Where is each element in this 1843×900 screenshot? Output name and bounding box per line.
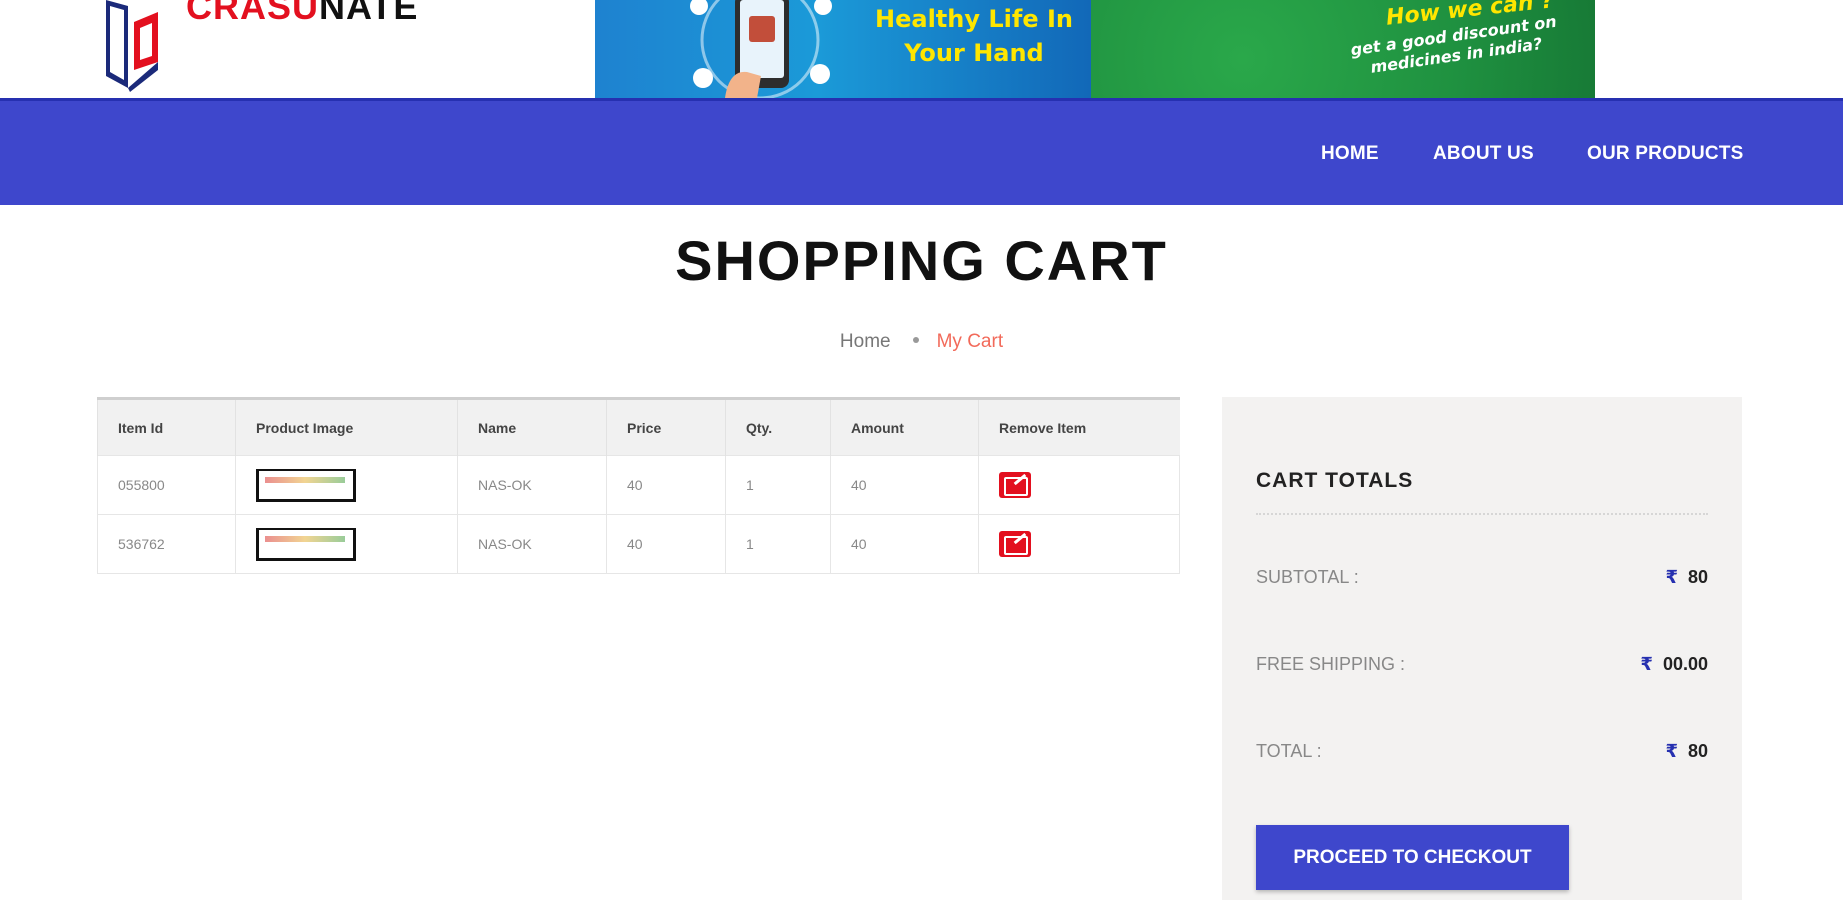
cell-name: NAS-OK: [457, 514, 607, 574]
total-value: ₹80: [1665, 741, 1708, 762]
total-row: TOTAL : ₹80: [1256, 741, 1708, 771]
table-header-row: Item Id Product Image Name Price Qty. Am…: [97, 397, 1180, 456]
cell-product-image: [235, 455, 458, 515]
column-header-item-id: Item Id: [97, 397, 236, 456]
nav-item-our-products[interactable]: OUR PRODUCTS: [1587, 143, 1744, 165]
total-amount: 80: [1687, 741, 1708, 761]
cell-amount: 40: [830, 455, 979, 515]
column-header-qty: Qty.: [725, 397, 831, 456]
site-logo[interactable]: CRASUNATE: [100, 0, 460, 92]
banner-left-panel: Healthy Life In Your Hand: [595, 0, 1091, 98]
column-header-amount: Amount: [830, 397, 979, 456]
column-header-remove-item: Remove Item: [978, 397, 1180, 456]
shipping-row: FREE SHIPPING : ₹00.00: [1256, 654, 1708, 684]
cart-totals-title: CART TOTALS: [1256, 469, 1414, 492]
site-header: CRASUNATE Healthy Life In Your Hand How …: [0, 0, 1843, 98]
breadcrumb-separator: [912, 337, 919, 343]
product-thumbnail[interactable]: [256, 468, 356, 502]
banner-headline: Healthy Life In Your Hand: [875, 5, 1073, 67]
shipping-value: ₹00.00: [1640, 654, 1708, 675]
table-row: 055800 NAS-OK 40 1 40: [97, 455, 1180, 515]
page-title: SHOPPING CART: [675, 229, 1168, 292]
breadcrumb: Home My Cart: [0, 331, 1843, 353]
cell-qty: 1: [725, 514, 831, 574]
nav-item-home[interactable]: HOME: [1321, 143, 1379, 165]
cell-remove: [978, 455, 1180, 515]
product-thumbnail[interactable]: [256, 527, 356, 561]
cell-price: 40: [606, 455, 726, 515]
rupee-icon: ₹: [1665, 741, 1678, 761]
cell-item-id: 055800: [97, 455, 236, 515]
remove-item-button[interactable]: [999, 531, 1031, 557]
column-header-name: Name: [457, 397, 607, 456]
column-header-price: Price: [606, 397, 726, 456]
rupee-icon: ₹: [1665, 567, 1678, 587]
shipping-amount: 00.00: [1662, 654, 1708, 674]
subtotal-amount: 80: [1687, 567, 1708, 587]
logo-mark-icon: [106, 0, 158, 92]
medicine-bottle-icon: [1555, 0, 1595, 98]
nav-item-about-us[interactable]: ABOUT US: [1433, 143, 1534, 165]
logo-text-red: CRASU: [186, 0, 320, 27]
logo-text-black: NATE: [319, 0, 419, 27]
subtotal-label: SUBTOTAL :: [1256, 567, 1359, 587]
cell-product-image: [235, 514, 458, 574]
cart-table: Item Id Product Image Name Price Qty. Am…: [97, 397, 1180, 574]
subtotal-row: SUBTOTAL : ₹80: [1256, 567, 1708, 597]
cell-price: 40: [606, 514, 726, 574]
cell-remove: [978, 514, 1180, 574]
subtotal-value: ₹80: [1665, 567, 1708, 588]
phone-illustration-icon: [690, 0, 832, 98]
cell-qty: 1: [725, 455, 831, 515]
promo-banner[interactable]: Healthy Life In Your Hand How we can ? g…: [595, 0, 1595, 98]
breadcrumb-current: My Cart: [936, 331, 1004, 352]
logo-wordmark: CRASUNATE: [186, 0, 418, 28]
shipping-label: FREE SHIPPING :: [1256, 654, 1406, 674]
cell-amount: 40: [830, 514, 979, 574]
total-label: TOTAL :: [1256, 741, 1322, 761]
table-row: 536762 NAS-OK 40 1 40: [97, 514, 1180, 574]
column-header-product-image: Product Image: [235, 397, 458, 456]
main-navbar: HOME ABOUT US OUR PRODUCTS: [0, 98, 1843, 205]
cell-name: NAS-OK: [457, 455, 607, 515]
cell-item-id: 536762: [97, 514, 236, 574]
remove-item-button[interactable]: [999, 472, 1031, 498]
proceed-to-checkout-button[interactable]: PROCEED TO CHECKOUT: [1256, 825, 1569, 890]
breadcrumb-home-link[interactable]: Home: [840, 331, 891, 352]
rupee-icon: ₹: [1640, 654, 1653, 674]
cart-totals-panel: CART TOTALS SUBTOTAL : ₹80 FREE SHIPPING…: [1222, 397, 1742, 900]
divider: [1256, 513, 1708, 515]
